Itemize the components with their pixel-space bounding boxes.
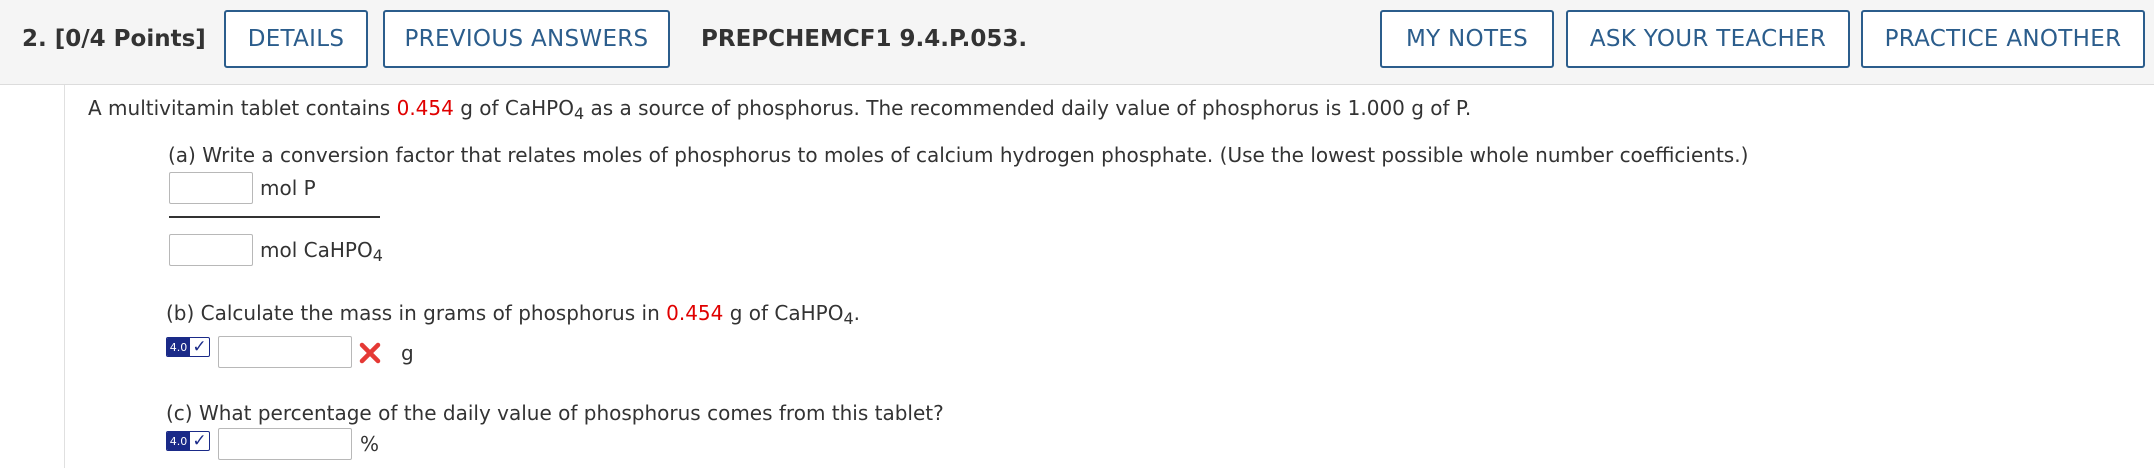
practice-another-button[interactable]: PRACTICE ANOTHER	[1861, 10, 2145, 68]
numerator-unit: mol P	[260, 176, 316, 200]
part-c-prompt: (c) What percentage of the daily value o…	[166, 401, 944, 425]
previous-answers-button[interactable]: PREVIOUS ANSWERS	[383, 10, 670, 68]
check-icon: ✓	[192, 337, 207, 357]
mass-phosphorus-input[interactable]	[218, 336, 352, 368]
scientific-notation-toggle-c[interactable]: 4.0 ✓	[166, 431, 210, 451]
part-b-prompt: (b) Calculate the mass in grams of phosp…	[166, 301, 861, 328]
fraction-bar	[169, 216, 380, 218]
percentage-input[interactable]	[218, 428, 352, 460]
question-label: 2. [0/4 Points]	[22, 26, 206, 52]
badge-number: 4.0	[167, 338, 190, 356]
numerator-input[interactable]	[169, 172, 253, 204]
denominator-input[interactable]	[169, 234, 253, 266]
mass-value: 0.454	[396, 96, 454, 120]
problem-code: PREPCHEMCF1 9.4.P.053.	[701, 26, 1028, 52]
my-notes-button[interactable]: MY NOTES	[1380, 10, 1554, 68]
check-icon: ✓	[192, 431, 207, 451]
mass-value-b: 0.454	[666, 301, 724, 325]
question-header: 2. [0/4 Points] DETAILS PREVIOUS ANSWERS…	[0, 0, 2154, 85]
badge-number: 4.0	[167, 432, 190, 450]
scientific-notation-toggle-b[interactable]: 4.0 ✓	[166, 337, 210, 357]
problem-statement: A multivitamin tablet contains 0.454 g o…	[88, 96, 1472, 123]
details-button[interactable]: DETAILS	[224, 10, 368, 68]
content-divider	[64, 85, 65, 468]
answer-unit-b: g	[401, 341, 414, 365]
ask-your-teacher-button[interactable]: ASK YOUR TEACHER	[1566, 10, 1850, 68]
answer-unit-c: %	[360, 432, 380, 456]
denominator-unit: mol CaHPO4	[260, 238, 383, 265]
part-a-prompt: (a) Write a conversion factor that relat…	[168, 143, 1749, 167]
incorrect-x-icon	[359, 342, 381, 364]
